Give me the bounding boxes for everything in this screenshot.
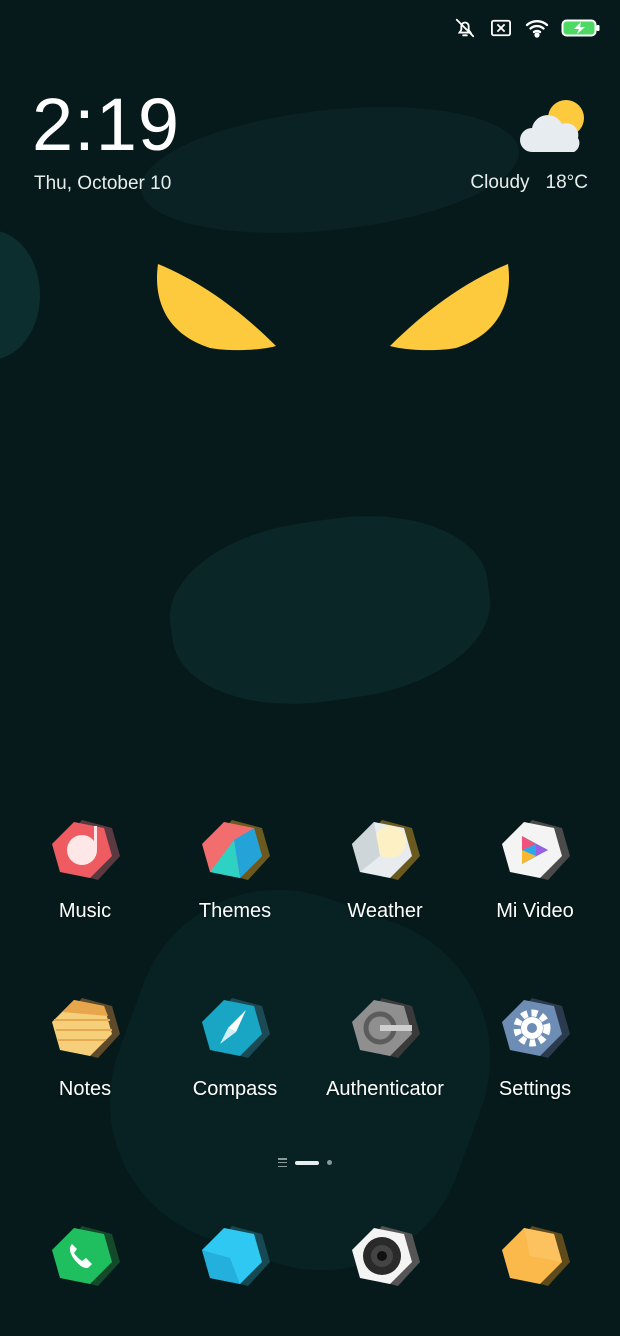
wallpaper-right-eye [390, 264, 510, 351]
app-row: Notes Compass Authenticator Settings [10, 994, 610, 1172]
app-compass[interactable]: Compass [160, 994, 310, 1172]
dock-phone[interactable] [10, 1222, 160, 1292]
app-row: Music Themes Weather Mi Video [10, 816, 610, 994]
dock-browser[interactable] [460, 1222, 610, 1292]
status-bar [452, 14, 602, 42]
mi-video-icon [502, 820, 570, 880]
wifi-icon [524, 16, 550, 40]
phone-icon [52, 1226, 120, 1286]
bell-off-icon [452, 16, 478, 40]
music-icon [52, 820, 120, 880]
app-label: Music [58, 900, 112, 922]
compass-icon [202, 998, 270, 1058]
app-label: Themes [198, 900, 272, 922]
app-label: Weather [347, 900, 423, 922]
clock-time[interactable]: 2:19 [32, 88, 180, 162]
dock [10, 1222, 610, 1292]
weather-temperature: 18°C [545, 172, 588, 193]
partly-cloudy-icon [520, 100, 584, 152]
app-label: Compass [192, 1078, 278, 1100]
page-dot-active [295, 1160, 319, 1165]
settings-icon [502, 998, 570, 1058]
page-indicator[interactable] [278, 1158, 332, 1167]
camera-icon [352, 1226, 420, 1286]
notes-icon [52, 998, 120, 1058]
authenticator-icon [352, 998, 420, 1058]
app-music[interactable]: Music [10, 816, 160, 994]
themes-icon [202, 820, 270, 880]
app-label: Mi Video [496, 900, 574, 922]
weather-icon [352, 820, 420, 880]
app-settings[interactable]: Settings [460, 994, 610, 1172]
page-dot [327, 1160, 332, 1165]
battery-charging-icon [560, 16, 602, 40]
weather-widget[interactable]: Cloudy 18°C [436, 96, 596, 206]
app-list-menu-icon [278, 1158, 287, 1167]
weather-condition: Cloudy [470, 172, 530, 193]
app-authenticator[interactable]: Authenticator [310, 994, 460, 1172]
app-label: Authenticator [326, 1078, 444, 1100]
app-label: Notes [58, 1078, 112, 1100]
app-label: Settings [498, 1078, 572, 1100]
messages-icon [202, 1226, 270, 1286]
wallpaper-left-eye [156, 264, 276, 351]
browser-icon [502, 1226, 570, 1286]
app-notes[interactable]: Notes [10, 994, 160, 1172]
clock-date[interactable]: Thu, October 10 [34, 173, 171, 195]
app-mi-video[interactable]: Mi Video [460, 816, 610, 994]
app-grid: Music Themes Weather Mi Video Notes Comp… [10, 816, 610, 1172]
dock-messages[interactable] [160, 1222, 310, 1292]
no-sim-icon [488, 16, 514, 40]
app-themes[interactable]: Themes [160, 816, 310, 994]
app-weather[interactable]: Weather [310, 816, 460, 994]
dock-camera[interactable] [310, 1222, 460, 1292]
